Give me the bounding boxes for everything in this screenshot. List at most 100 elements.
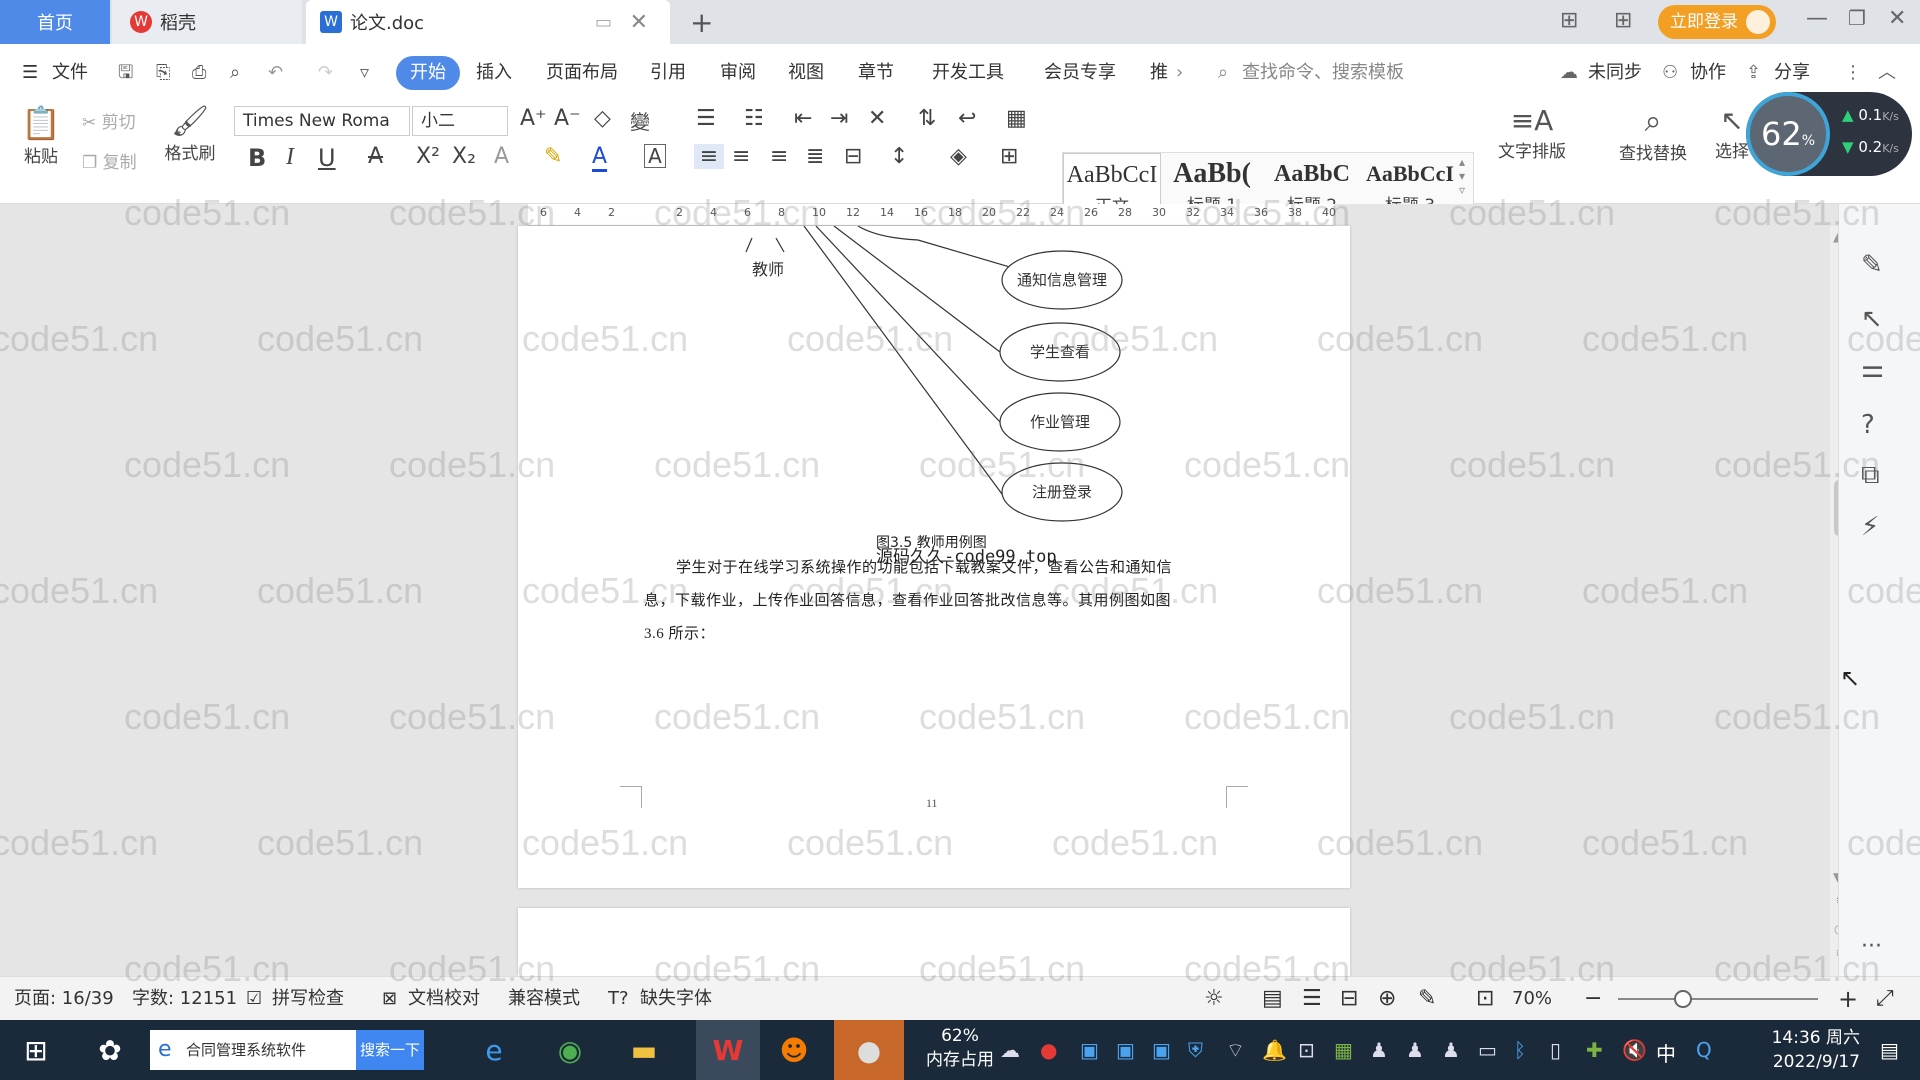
menu-file[interactable]: 文件 — [52, 56, 88, 90]
unsync-button[interactable]: 未同步 — [1588, 56, 1642, 90]
more-dots-icon[interactable]: ··· — [1861, 934, 1882, 959]
page-view-icon[interactable]: ▤ — [1262, 977, 1283, 1021]
horizontal-ruler[interactable]: 6 4 2 2 4 6 8 10 12 14 16 18 20 22 24 26 28 30 32 34 36 38 40 — [0, 204, 1920, 226]
proofread-button[interactable]: 文档校对 — [408, 977, 480, 1021]
word-count[interactable]: 字数: 12151 — [132, 977, 237, 1021]
usb-icon[interactable]: ▯ — [1550, 1038, 1561, 1062]
menu-insert[interactable]: 插入 — [476, 56, 512, 90]
text-layout-button[interactable]: ≡A 文字排版 — [1494, 104, 1570, 162]
image-search-icon[interactable]: ⧉ — [1861, 460, 1880, 491]
export-icon[interactable]: ⎘ — [156, 56, 170, 90]
battery-icon[interactable]: ▭ — [1478, 1038, 1497, 1062]
clear-format-icon[interactable]: ◇ — [594, 106, 611, 131]
tray-app-icon-6[interactable]: ✚ — [1586, 1038, 1603, 1062]
pinwheel-icon[interactable]: ✿ — [86, 1028, 134, 1072]
style-scroll-icon[interactable]: ▴ ▾ ▿ — [1459, 155, 1465, 197]
shrink-font-icon[interactable]: A⁻ — [554, 106, 581, 131]
grow-font-icon[interactable]: A⁺ — [520, 106, 547, 131]
format-painter-button[interactable]: 🖌 格式刷 — [162, 104, 218, 164]
more-arrow-icon[interactable]: › — [1176, 56, 1183, 90]
outline-view-icon[interactable]: ☰ — [1302, 977, 1322, 1021]
app-face-icon[interactable]: ☻ — [770, 1028, 818, 1072]
write-view-icon[interactable]: ✎ — [1418, 977, 1436, 1021]
show-marks-icon[interactable]: ↩ — [958, 106, 976, 131]
ie-icon[interactable]: e — [470, 1028, 518, 1072]
bold-icon[interactable]: B — [248, 144, 266, 172]
spell-check-button[interactable]: 拼写检查 — [272, 977, 344, 1021]
menu-recommend[interactable]: 推 — [1150, 56, 1168, 90]
font-size-select[interactable]: 小二 — [412, 106, 508, 136]
bluetooth-icon[interactable]: ᛒ — [1514, 1038, 1526, 1062]
hamburger-icon[interactable]: ☰ — [22, 56, 38, 90]
eye-protect-icon[interactable]: ☼ — [1204, 977, 1224, 1021]
copy-button[interactable]: ❐ 复制 — [82, 148, 137, 173]
menu-start[interactable]: 开始 — [396, 56, 460, 90]
subscript-icon[interactable]: X₂ — [452, 144, 476, 169]
line-spacing-icon[interactable]: ↕ — [890, 144, 908, 169]
qq-icon-2[interactable]: ♟ — [1406, 1038, 1424, 1062]
web-view-icon[interactable]: ⊕ — [1378, 977, 1396, 1021]
zoom-slider-thumb[interactable] — [1674, 990, 1692, 1008]
tab-document[interactable]: W 论文.doc ▭ ✕ — [306, 0, 670, 44]
borders-icon[interactable]: ⊞ — [1000, 144, 1018, 169]
layout-icon[interactable]: ⊞ — [1560, 8, 1578, 33]
memory-usage[interactable]: 62% 内存占用 — [920, 1024, 1000, 1072]
sort-icon[interactable]: ⇅ — [918, 106, 936, 131]
more-icon[interactable]: ⋮ — [1844, 56, 1862, 90]
menu-layout[interactable]: 页面布局 — [546, 56, 618, 90]
menu-chapter[interactable]: 章节 — [858, 56, 894, 90]
tab-home[interactable]: 首页 — [0, 0, 110, 44]
missing-font-button[interactable]: 缺失字体 — [640, 977, 712, 1021]
collapse-ribbon-icon[interactable]: ︿ — [1878, 56, 1896, 90]
underline-icon[interactable]: U — [318, 144, 336, 172]
zoom-level[interactable]: 70% — [1512, 977, 1552, 1021]
customize-icon[interactable]: ▿ — [360, 56, 369, 90]
volume-mute-icon[interactable]: 🔇 — [1622, 1038, 1647, 1062]
font-color-icon[interactable]: A — [592, 144, 608, 172]
close-icon[interactable]: ✕ — [630, 10, 648, 35]
window-close-icon[interactable]: ✕ — [1888, 6, 1906, 31]
reading-view-icon[interactable]: ⊟ — [1340, 977, 1358, 1021]
wifi-icon[interactable]: ⌔ — [1226, 1038, 1245, 1063]
tray-app-icon-4[interactable]: ▣ — [1152, 1038, 1171, 1062]
redo-icon[interactable]: ↷ — [318, 56, 333, 90]
ime-indicator[interactable]: 中 — [1656, 1038, 1676, 1067]
tray-app-icon-3[interactable]: ▣ — [1116, 1038, 1135, 1062]
menu-review[interactable]: 审阅 — [720, 56, 756, 90]
strikethrough-icon[interactable]: A — [368, 144, 383, 169]
gpu-icon[interactable]: ▦ — [1334, 1038, 1353, 1062]
wps-icon[interactable]: W — [696, 1020, 760, 1080]
indent-icon[interactable]: ⇥ — [830, 106, 848, 131]
grid-icon[interactable]: ⊞ — [1614, 8, 1632, 33]
print-icon[interactable]: ⎙ — [192, 56, 206, 90]
command-search-input[interactable]: 查找命令、搜索模板 — [1242, 56, 1404, 90]
undo-icon[interactable]: ↶ — [268, 56, 283, 90]
cut-button[interactable]: ✂ 剪切 — [82, 108, 136, 133]
zoom-out-icon[interactable]: − — [1584, 977, 1602, 1021]
tray-q-icon[interactable]: Q — [1696, 1038, 1712, 1062]
weather-icon[interactable]: ☁ — [1000, 1038, 1020, 1062]
menu-dev-tools[interactable]: 开发工具 — [932, 56, 1004, 90]
fit-page-icon[interactable]: ⊡ — [1476, 977, 1494, 1021]
tray-app-icon-2[interactable]: ▣ — [1080, 1038, 1099, 1062]
cursor-icon[interactable]: ↖ — [1861, 304, 1883, 334]
login-button[interactable]: 立即登录 — [1658, 5, 1776, 39]
coop-button[interactable]: 协作 — [1690, 56, 1726, 90]
new-tab-button[interactable]: + — [690, 0, 713, 44]
superscript-icon[interactable]: X² — [416, 144, 440, 169]
help-icon[interactable]: ? — [1861, 410, 1875, 440]
phonetic-icon[interactable]: 變 — [630, 106, 650, 135]
save-icon[interactable]: 🖫 — [118, 56, 133, 90]
monitor-icon[interactable]: ▭ — [595, 12, 612, 33]
settings-slider-icon[interactable]: ⚌ — [1861, 354, 1884, 384]
restore-icon[interactable]: ❐ — [1848, 6, 1866, 30]
zoom-in-icon[interactable]: + — [1838, 977, 1858, 1021]
bullet-list-icon[interactable]: ☰ — [696, 106, 716, 131]
file-explorer-icon[interactable]: ▬ — [620, 1028, 668, 1072]
fullscreen-icon[interactable]: ⤢ — [1876, 977, 1894, 1021]
justify-icon[interactable]: ≣ — [806, 144, 824, 169]
page-indicator[interactable]: 页面: 16/39 — [14, 977, 114, 1021]
taskbar-search-button[interactable]: 搜索一下 — [356, 1030, 424, 1070]
distributed-icon[interactable]: ⊟ — [844, 144, 862, 169]
align-center-icon[interactable]: ≡ — [732, 144, 750, 169]
